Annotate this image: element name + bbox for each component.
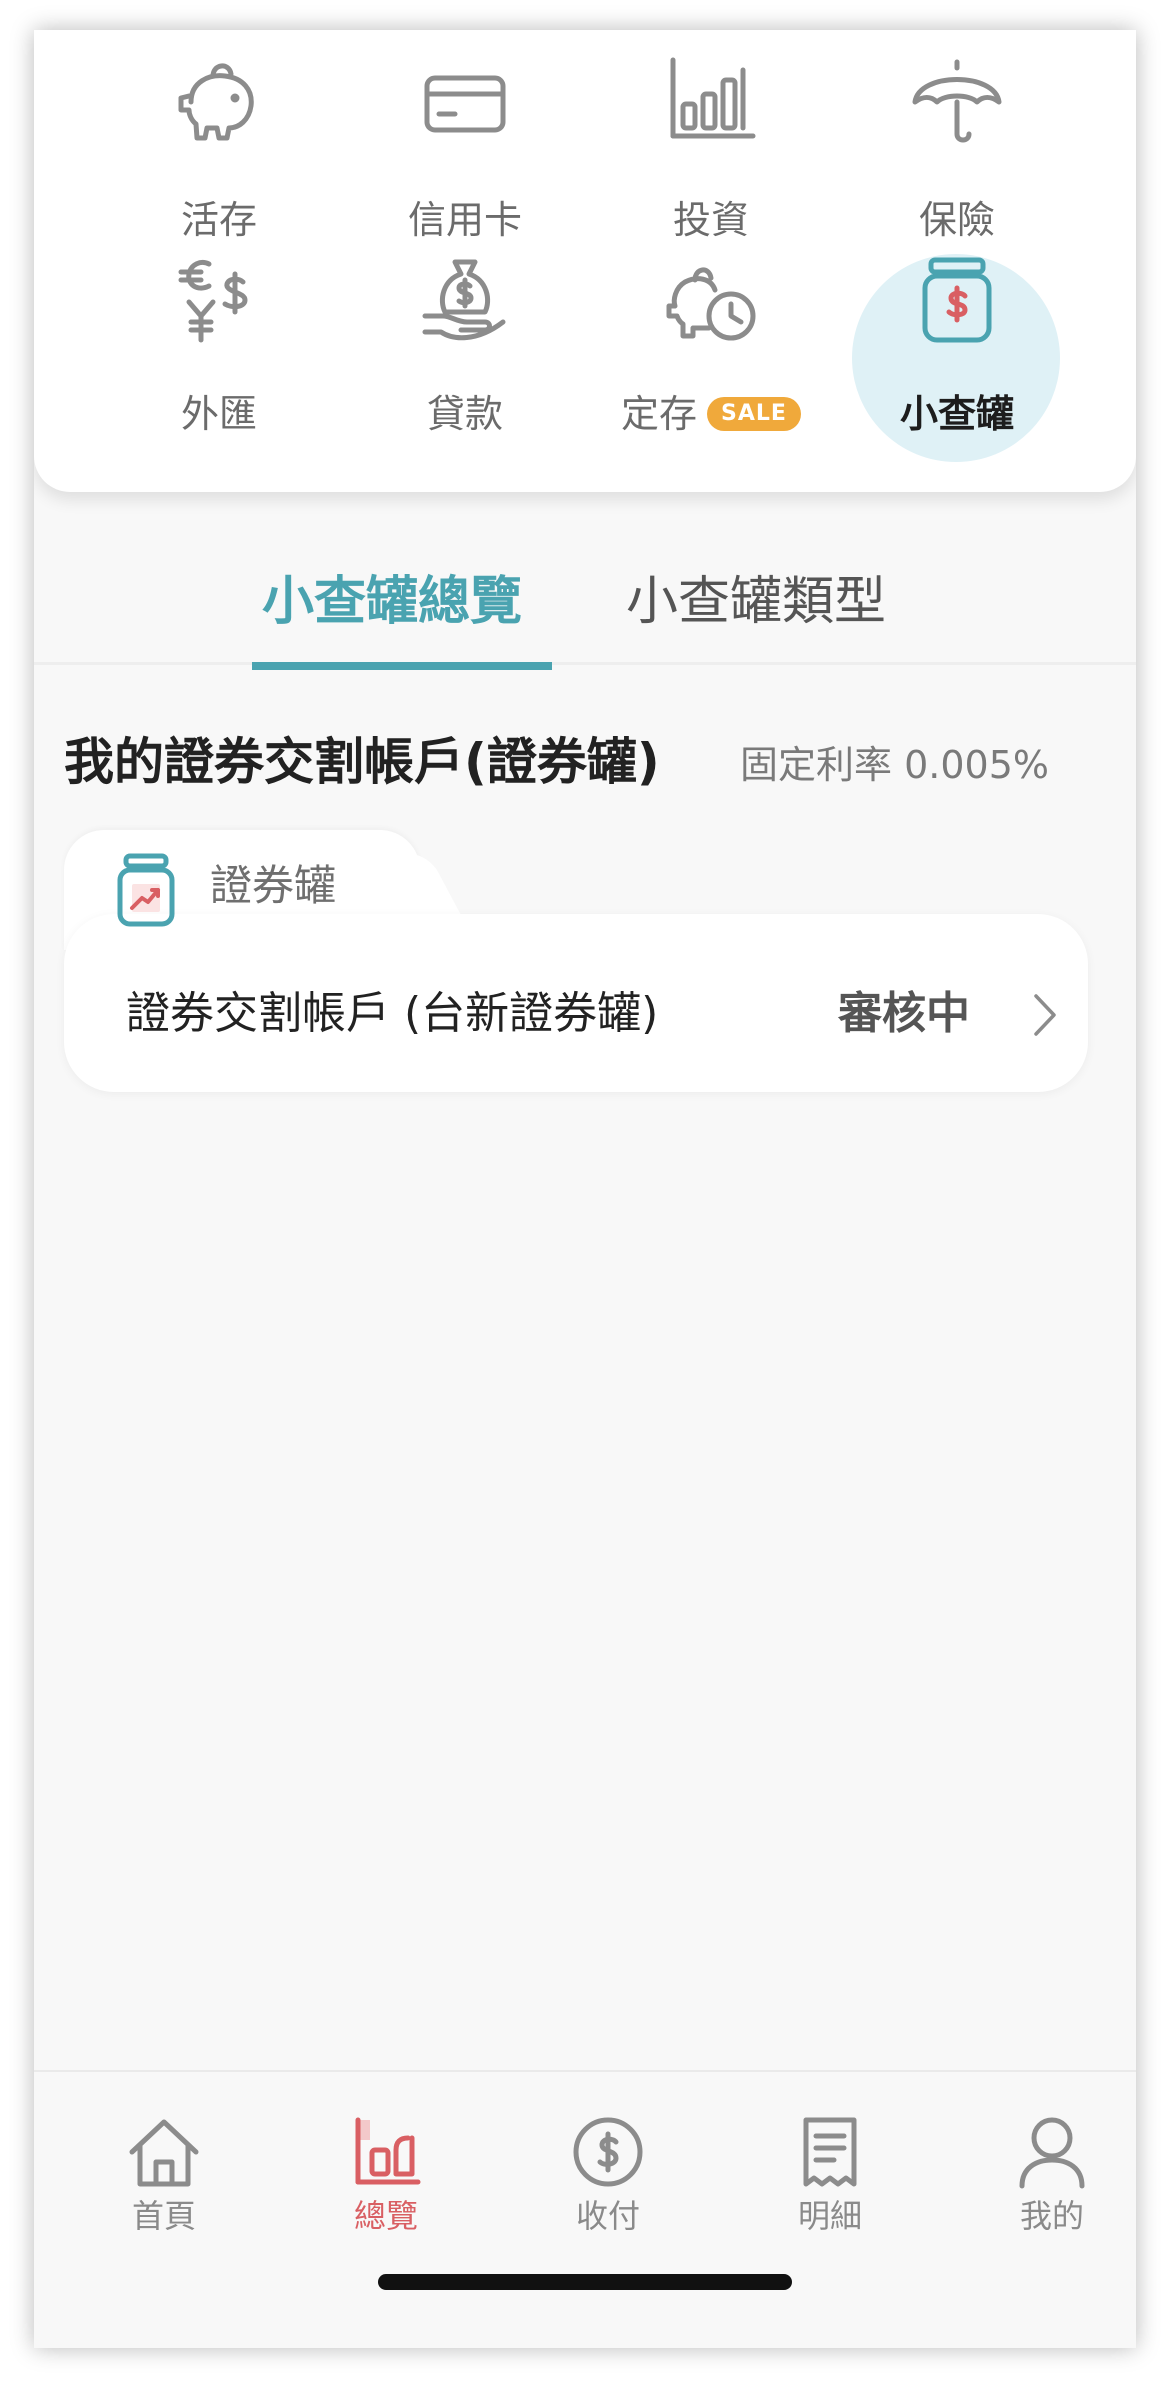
piggy-bank-icon bbox=[169, 50, 269, 150]
money-bag-hand-icon bbox=[415, 250, 515, 350]
category-credit-card[interactable]: 信用卡 bbox=[340, 50, 590, 242]
user-icon bbox=[1019, 2117, 1085, 2189]
category-label: 信用卡 bbox=[407, 198, 522, 242]
credit-card-icon bbox=[415, 50, 515, 150]
category-loan[interactable]: 貸款 bbox=[340, 259, 590, 464]
category-label-row: 定存 SALE bbox=[586, 392, 836, 436]
securities-jar-icon bbox=[117, 853, 175, 927]
nav-label: 首頁 bbox=[131, 2197, 196, 2235]
tab-bar: 小查罐總覽 小查罐類型 bbox=[34, 492, 1136, 670]
piggy-clock-icon bbox=[661, 250, 761, 350]
category-forex[interactable]: 外匯 bbox=[94, 259, 344, 464]
tab-overview[interactable]: 小查罐總覽 bbox=[262, 572, 522, 632]
tab-types[interactable]: 小查罐類型 bbox=[626, 572, 886, 632]
account-name[interactable]: 證券交割帳戶 (台新證券罐) bbox=[126, 986, 658, 1042]
overview-icon bbox=[355, 2117, 421, 2185]
nav-label: 收付 bbox=[575, 2197, 640, 2235]
home-icon bbox=[129, 2119, 199, 2187]
category-panel: 活存 信用卡 投資 保險 外匯 貸款 定存 SALE 小查罐 bbox=[34, 30, 1136, 492]
category-label: 活存 bbox=[180, 198, 257, 242]
home-indicator[interactable] bbox=[378, 2274, 792, 2290]
section-title: 我的證券交割帳戶(證券罐) bbox=[64, 733, 660, 791]
receipt-icon bbox=[803, 2117, 857, 2187]
category-insurance[interactable]: 保險 bbox=[832, 50, 1082, 242]
category-label: 小查罐 bbox=[899, 392, 1014, 436]
umbrella-icon bbox=[907, 50, 1007, 150]
nav-overview[interactable]: 總覽 bbox=[286, 2112, 486, 2242]
account-category-label: 證券罐 bbox=[210, 861, 337, 910]
category-savings[interactable]: 活存 bbox=[94, 50, 344, 242]
bar-chart-icon bbox=[661, 50, 761, 150]
dollar-jar-icon bbox=[907, 250, 1007, 350]
category-investment[interactable]: 投資 bbox=[586, 50, 836, 242]
nav-details[interactable]: 明細 bbox=[730, 2112, 930, 2242]
nav-label: 明細 bbox=[797, 2197, 862, 2235]
nav-label: 我的 bbox=[1019, 2197, 1084, 2235]
category-label: 定存 bbox=[621, 392, 698, 436]
category-savings-jar[interactable]: 小查罐 bbox=[832, 254, 1082, 464]
dollar-circle-icon bbox=[573, 2117, 643, 2187]
nav-home[interactable]: 首頁 bbox=[64, 2112, 264, 2242]
tab-underline bbox=[252, 662, 552, 670]
category-label: 貸款 bbox=[426, 392, 503, 436]
bottom-nav: 首頁 總覽 收付 明細 我的 bbox=[34, 2070, 1136, 2348]
nav-payments[interactable]: 收付 bbox=[508, 2112, 708, 2242]
currency-exchange-icon bbox=[169, 250, 269, 350]
app-frame: 活存 信用卡 投資 保險 外匯 貸款 定存 SALE 小查罐 小查罐總覽 小查罐… bbox=[34, 30, 1136, 2348]
category-time-deposit[interactable]: 定存 SALE bbox=[586, 267, 836, 464]
category-label: 投資 bbox=[672, 198, 749, 242]
sale-badge: SALE bbox=[707, 396, 801, 431]
interest-rate: 固定利率 0.005% bbox=[740, 743, 1049, 787]
category-label: 保險 bbox=[918, 198, 995, 242]
chevron-right-icon[interactable] bbox=[1030, 990, 1060, 1040]
nav-label: 總覽 bbox=[353, 2197, 418, 2235]
account-status: 審核中 bbox=[838, 988, 970, 1039]
nav-profile[interactable]: 我的 bbox=[952, 2112, 1136, 2242]
category-label: 外匯 bbox=[180, 392, 257, 436]
